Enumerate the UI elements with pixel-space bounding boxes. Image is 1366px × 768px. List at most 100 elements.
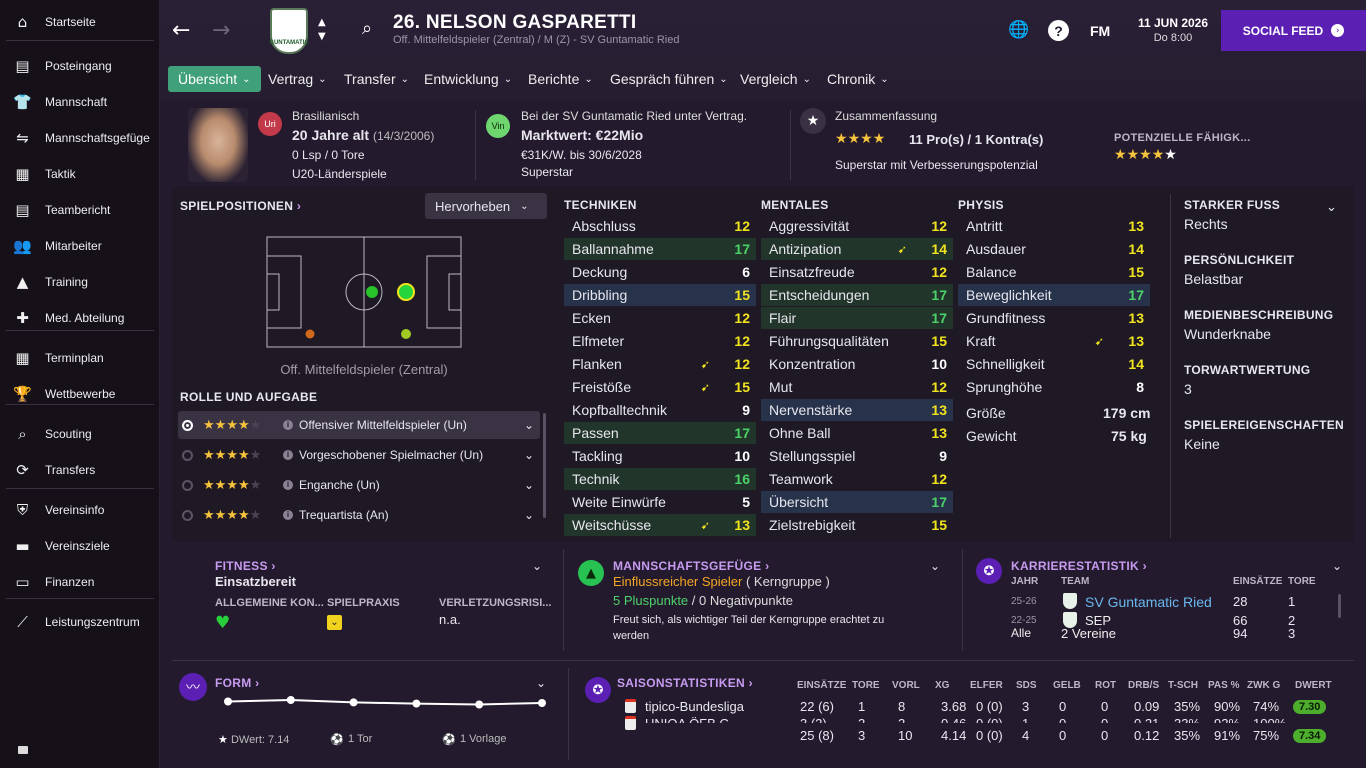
competition-name[interactable]: tipico-Bundesliga bbox=[645, 699, 744, 714]
tab-gespräch-führen[interactable]: Gespräch führen ⌄ bbox=[602, 66, 736, 92]
attribute-row[interactable]: Abschluss 12 bbox=[564, 215, 756, 237]
forward-button[interactable]: → bbox=[212, 18, 230, 43]
info-icon[interactable]: i bbox=[283, 480, 293, 490]
sidebar-item-mitarbeiter[interactable]: 👥 Mitarbeiter bbox=[0, 228, 160, 264]
info-icon[interactable]: i bbox=[283, 510, 293, 520]
attribute-row[interactable]: Antritt 13 bbox=[958, 215, 1150, 237]
attribute-row[interactable]: Freistöße 15 ➹ bbox=[564, 376, 756, 398]
form-chevron-icon[interactable]: ⌄ bbox=[536, 676, 546, 690]
attribute-row[interactable]: Balance 15 bbox=[958, 261, 1150, 283]
tab-transfer[interactable]: Transfer ⌄ bbox=[336, 66, 417, 92]
search-icon[interactable]: ⌕ bbox=[362, 18, 372, 39]
sidebar-item-wettbewerbe[interactable]: 🏆 Wettbewerbe bbox=[0, 376, 160, 412]
attribute-row[interactable]: Antizipation 14 ➹ bbox=[761, 238, 953, 260]
tab-vergleich[interactable]: Vergleich ⌄ bbox=[732, 66, 819, 92]
sidebar-item-taktik[interactable]: ▦ Taktik bbox=[0, 156, 160, 192]
role-option[interactable]: ★★★★★ i Trequartista (An) ⌄ bbox=[178, 501, 540, 529]
info-icon[interactable]: i bbox=[283, 420, 293, 430]
radio-icon[interactable] bbox=[182, 449, 193, 461]
attribute-row[interactable]: Dribbling 15 bbox=[564, 284, 756, 306]
sidebar-item-training[interactable]: ▲ Training bbox=[0, 264, 160, 300]
club-badge[interactable]: GUNTAMATIC bbox=[269, 8, 309, 54]
tab-chronik[interactable]: Chronik ⌄ bbox=[819, 66, 897, 92]
sidebar-item-posteingang[interactable]: ▤ Posteingang bbox=[0, 48, 160, 84]
attribute-row[interactable]: Kraft 13 ➹ bbox=[958, 330, 1150, 352]
sidebar-item-transfers[interactable]: ⟳ Transfers bbox=[0, 452, 160, 488]
attribute-row[interactable]: Flair 17 bbox=[761, 307, 953, 329]
role-option[interactable]: ★★★★★ i Vorgeschobener Spielmacher (Un) ⌄ bbox=[178, 441, 540, 469]
attribute-row[interactable]: Zielstrebigkeit 15 bbox=[761, 514, 953, 536]
radio-icon[interactable] bbox=[182, 419, 193, 431]
attribute-row[interactable]: Übersicht 17 bbox=[761, 491, 953, 513]
fitness-title[interactable]: FITNESS › bbox=[215, 559, 276, 573]
fitness-chevron-icon[interactable]: ⌄ bbox=[532, 559, 542, 573]
pros-cons[interactable]: 11 Pro(s) / 1 Kontra(s) bbox=[909, 132, 1043, 147]
chevron-down-icon[interactable]: ⌄ bbox=[524, 478, 534, 492]
attribute-row[interactable]: Flanken 12 ➹ bbox=[564, 353, 756, 375]
sidebar-item-vereinsinfo[interactable]: ⛨ Vereinsinfo bbox=[0, 492, 160, 528]
chevron-down-icon[interactable]: ⌄ bbox=[524, 448, 534, 462]
date-panel[interactable]: 11 JUN 2026 Do 8:00 bbox=[1126, 10, 1220, 50]
attribute-row[interactable]: Konzentration 10 bbox=[761, 353, 953, 375]
attribute-row[interactable]: Tackling 10 bbox=[564, 445, 756, 467]
player-stepper[interactable]: ▲ ▼ bbox=[318, 16, 326, 44]
attribute-row[interactable]: Weite Einwürfe 5 bbox=[564, 491, 756, 513]
sidebar-item-teambericht[interactable]: ▤ Teambericht bbox=[0, 192, 160, 228]
attribute-row[interactable]: Ecken 12 bbox=[564, 307, 756, 329]
attribute-row[interactable]: Schnelligkeit 14 bbox=[958, 353, 1150, 375]
attribute-row[interactable]: Passen 17 bbox=[564, 422, 756, 444]
season-title[interactable]: SAISONSTATISTIKEN › bbox=[617, 676, 753, 690]
career-title[interactable]: KARRIERESTATISTIK › bbox=[1011, 559, 1147, 573]
attribute-row[interactable]: Stellungsspiel 9 bbox=[761, 445, 953, 467]
attribute-row[interactable]: Mut 12 bbox=[761, 376, 953, 398]
radio-icon[interactable] bbox=[182, 479, 193, 491]
status-icon[interactable] bbox=[18, 746, 28, 754]
attribute-row[interactable]: Führungsqualitäten 15 bbox=[761, 330, 953, 352]
tab-übersicht[interactable]: Übersicht ⌄ bbox=[168, 66, 261, 92]
attribute-row[interactable]: Sprunghöhe 8 bbox=[958, 376, 1150, 398]
tab-berichte[interactable]: Berichte ⌄ bbox=[520, 66, 601, 92]
sidebar-item-startseite[interactable]: ⌂ Startseite bbox=[0, 4, 160, 40]
info-icon[interactable]: i bbox=[283, 450, 293, 460]
chevron-down-icon[interactable]: ⌄ bbox=[1326, 200, 1337, 215]
attribute-row[interactable]: Kopfballtechnik 9 bbox=[564, 399, 756, 421]
attribute-row[interactable]: Ausdauer 14 bbox=[958, 238, 1150, 260]
dynamics-chevron-icon[interactable]: ⌄ bbox=[930, 559, 940, 573]
role-option[interactable]: ★★★★★ i Offensiver Mittelfeldspieler (Un) ⌄ bbox=[178, 411, 540, 439]
globe-icon[interactable]: 🌐 bbox=[1008, 20, 1029, 40]
roles-scrollbar[interactable] bbox=[543, 413, 546, 518]
competition-name[interactable]: UNIQA ÖFB C... bbox=[645, 716, 740, 723]
sidebar-item-vereinsziele[interactable]: ▬ Vereinsziele bbox=[0, 528, 160, 564]
sidebar-item-finanzen[interactable]: ▭ Finanzen bbox=[0, 564, 160, 600]
sidebar-item-scouting[interactable]: ⌕ Scouting bbox=[0, 416, 160, 452]
attribute-row[interactable]: Einsatzfreude 12 bbox=[761, 261, 953, 283]
attribute-row[interactable]: Aggressivität 12 bbox=[761, 215, 953, 237]
career-scrollbar[interactable] bbox=[1338, 594, 1341, 618]
positions-title[interactable]: SPIELPOSITIONEN › bbox=[180, 199, 301, 213]
attribute-row[interactable]: Entscheidungen 17 bbox=[761, 284, 953, 306]
attribute-row[interactable]: Grundfitness 13 bbox=[958, 307, 1150, 329]
attribute-row[interactable]: Beweglichkeit 17 bbox=[958, 284, 1150, 306]
career-team[interactable]: SV Guntamatic Ried bbox=[1085, 594, 1212, 610]
back-button[interactable]: ← bbox=[172, 18, 190, 43]
career-chevron-icon[interactable]: ⌄ bbox=[1332, 559, 1342, 573]
sidebar-item-mannschaft[interactable]: 👕 Mannschaft bbox=[0, 84, 160, 120]
sidebar-item-terminplan[interactable]: ▦ Terminplan bbox=[0, 340, 160, 376]
fm-menu[interactable]: FM bbox=[1090, 23, 1110, 39]
dynamics-title[interactable]: MANNSCHAFTSGEFÜGE › bbox=[613, 559, 769, 573]
chevron-down-icon[interactable]: ⌄ bbox=[524, 418, 534, 432]
attribute-row[interactable]: Teamwork 12 bbox=[761, 468, 953, 490]
chevron-down-icon[interactable]: ⌄ bbox=[524, 508, 534, 522]
highlight-dropdown[interactable]: Hervorheben ⌄ bbox=[425, 193, 547, 219]
form-title[interactable]: FORM › bbox=[215, 676, 259, 690]
attribute-row[interactable]: Deckung 6 bbox=[564, 261, 756, 283]
social-feed-button[interactable]: SOCIAL FEED › bbox=[1221, 10, 1366, 51]
attribute-row[interactable]: Technik 16 bbox=[564, 468, 756, 490]
radio-icon[interactable] bbox=[182, 509, 193, 521]
attribute-row[interactable]: Nervenstärke 13 bbox=[761, 399, 953, 421]
help-icon[interactable]: ? bbox=[1048, 20, 1069, 41]
attribute-row[interactable]: Elfmeter 12 bbox=[564, 330, 756, 352]
attribute-row[interactable]: Ballannahme 17 bbox=[564, 238, 756, 260]
role-option[interactable]: ★★★★★ i Enganche (Un) ⌄ bbox=[178, 471, 540, 499]
tab-vertrag[interactable]: Vertrag ⌄ bbox=[260, 66, 335, 92]
